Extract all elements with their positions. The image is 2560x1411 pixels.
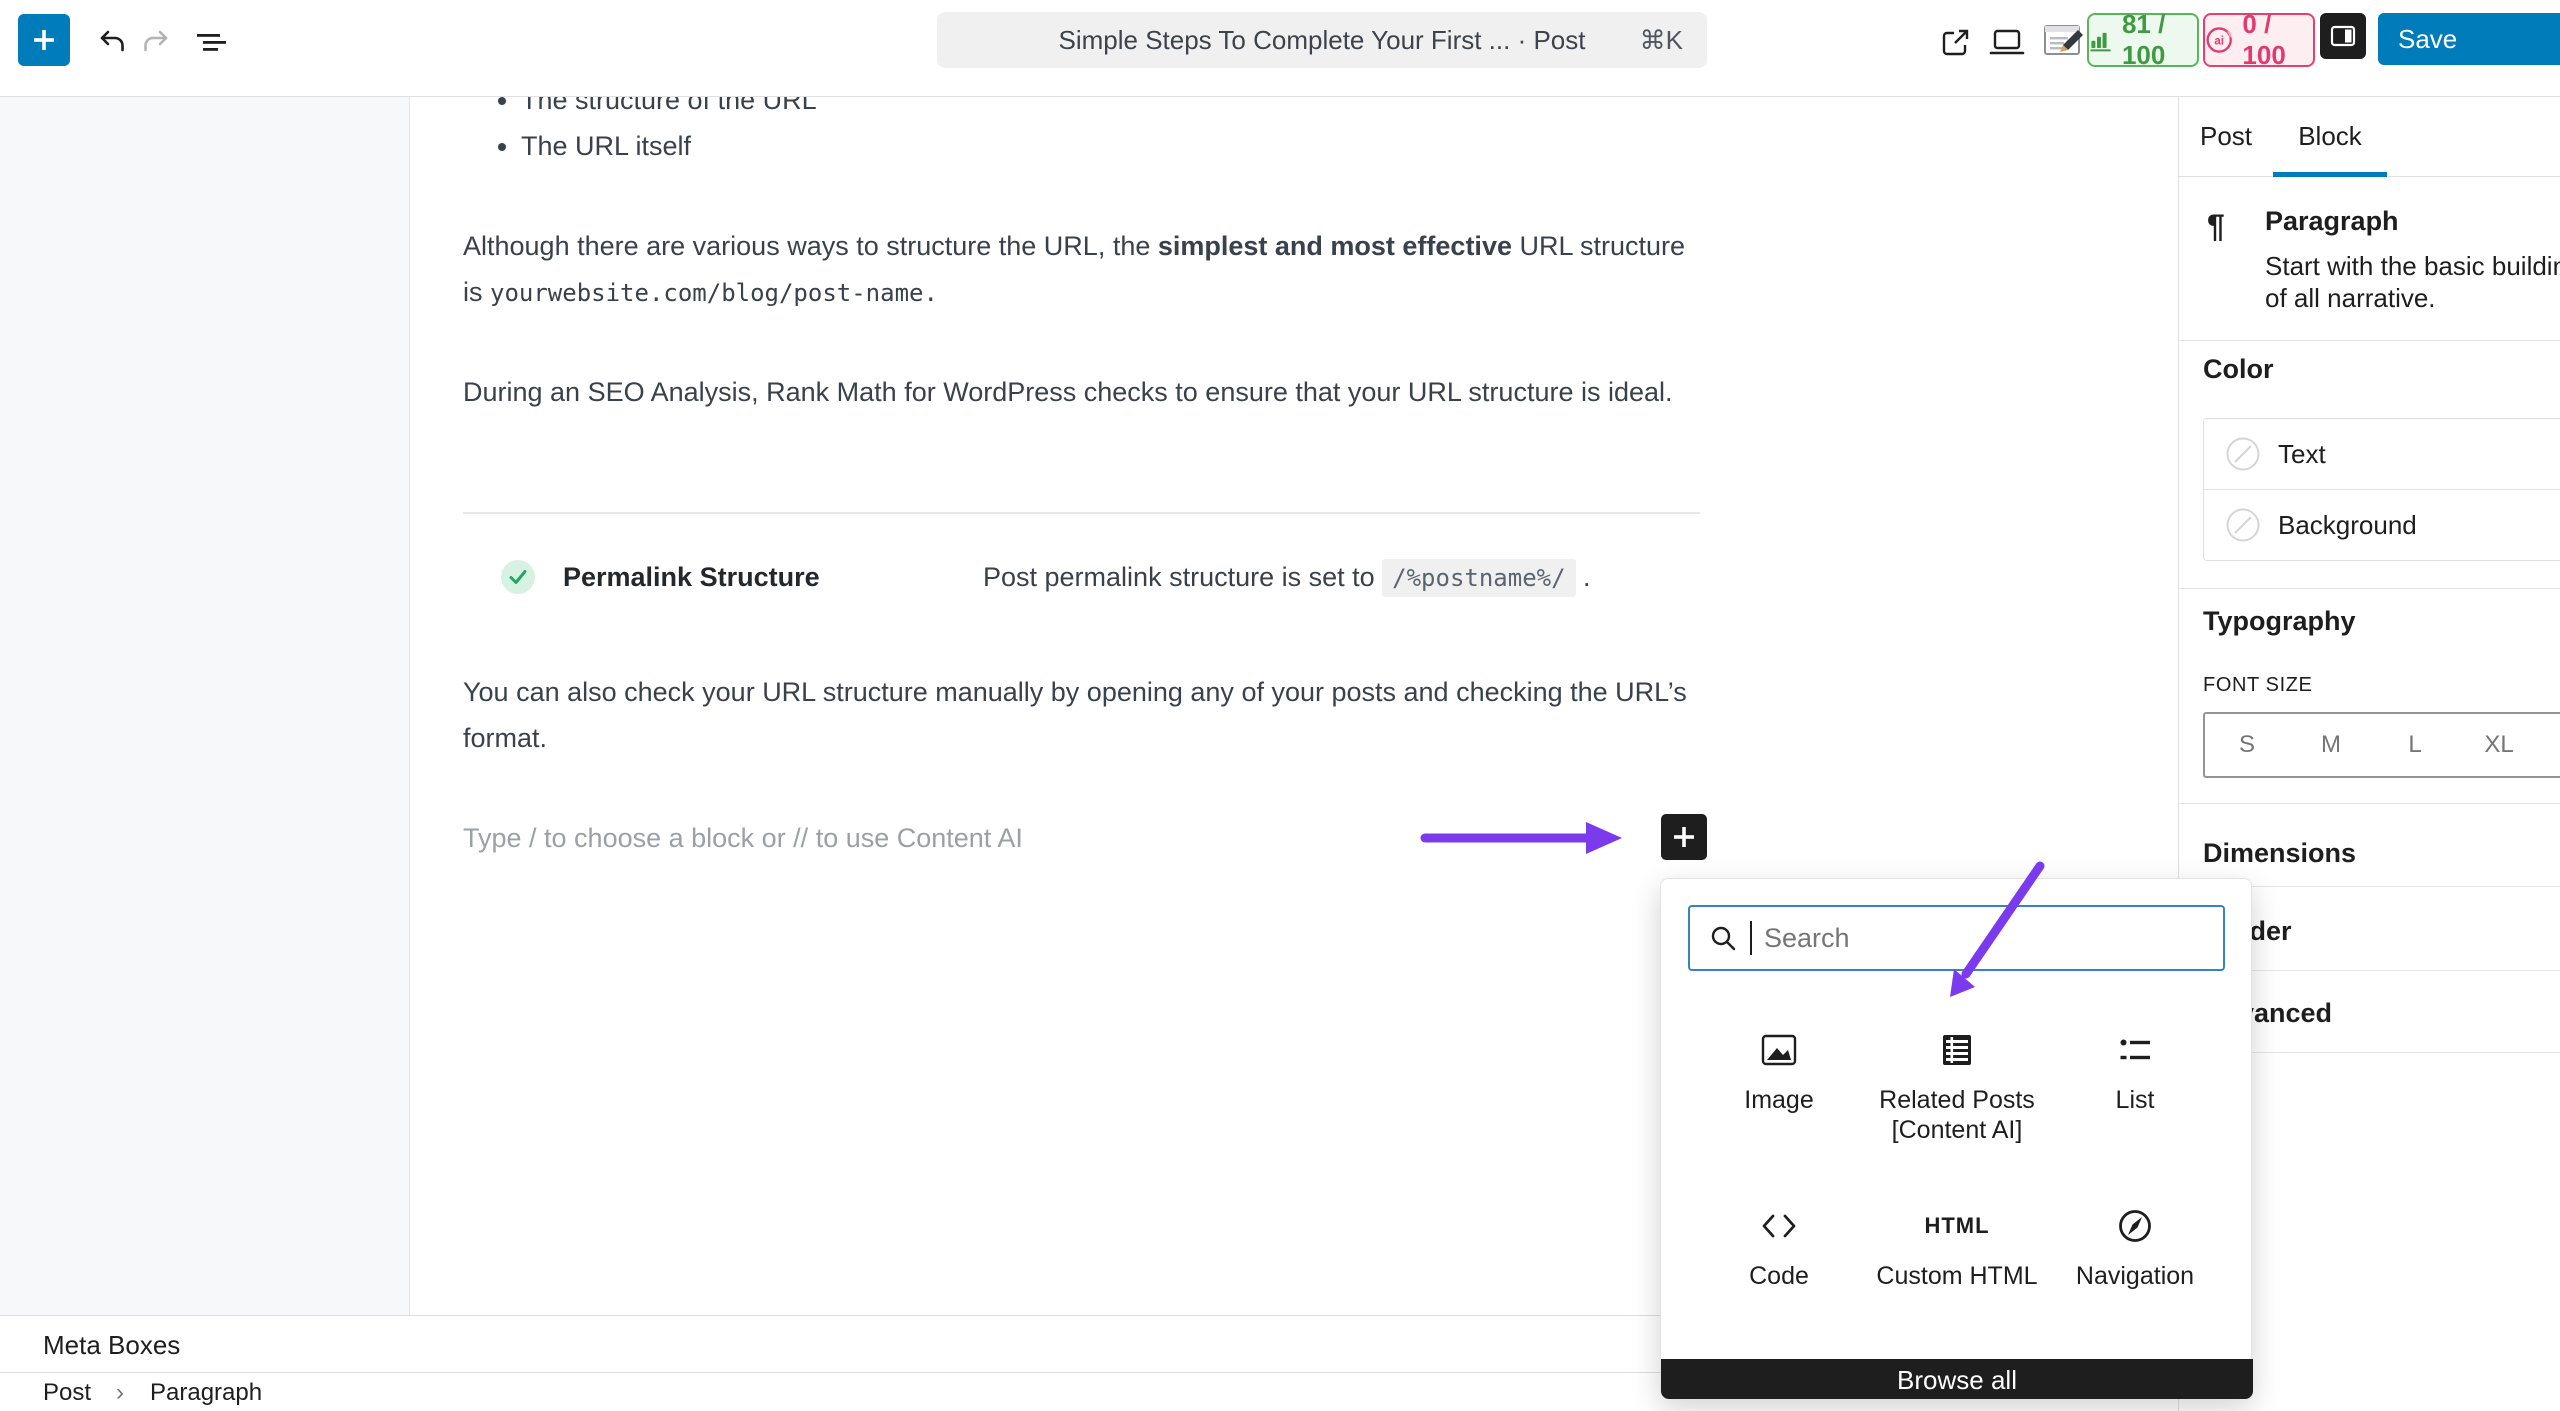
block-option-related-posts[interactable]: Related Posts [Content AI] [1868, 1029, 2046, 1145]
redo-button[interactable] [140, 26, 172, 58]
no-color-icon [2226, 437, 2260, 471]
meta-boxes-label: Meta Boxes [43, 1330, 180, 1361]
block-option-code[interactable]: Code [1690, 1205, 1868, 1291]
seo-score-value: 81 / 100 [2122, 9, 2197, 71]
block-option-label: Custom HTML [1868, 1261, 2046, 1291]
divider [2179, 588, 2560, 589]
search-placeholder: Search [1764, 923, 1850, 954]
svg-text:ai: ai [2214, 35, 2224, 47]
block-card-description-line1: Start with the basic building block [2265, 250, 2560, 282]
divider [2179, 803, 2560, 804]
block-option-label: Related Posts [Content AI] [1868, 1085, 2046, 1145]
document-title: Simple Steps To Complete Your First ... … [1059, 25, 1586, 56]
chevron-right-icon: › [116, 1379, 124, 1407]
save-label: Save [2398, 24, 2457, 55]
related-posts-icon [1868, 1029, 2046, 1071]
canvas-left-margin [0, 96, 410, 1315]
block-option-label: Navigation [2046, 1261, 2224, 1291]
separator-block [463, 512, 1700, 514]
text-color-label: Text [2278, 439, 2326, 470]
list-icon [2046, 1029, 2224, 1071]
settings-panel-toggle-button[interactable] [2320, 13, 2366, 59]
browse-all-label: Browse all [1897, 1365, 2017, 1396]
font-size-control: S M L XL XXL [2203, 712, 2560, 778]
permalink-structure-result: Post permalink structure is set to /%pos… [983, 554, 1591, 601]
block-option-navigation[interactable]: Navigation [2046, 1205, 2224, 1291]
block-option-label: Code [1690, 1261, 1868, 1291]
text-color-row[interactable]: Text [2204, 419, 2560, 489]
preview-device-button[interactable] [1988, 28, 2026, 58]
divider [2179, 340, 2560, 341]
paragraph-block[interactable]: Although there are various ways to struc… [463, 223, 1708, 316]
tab-label: Post [2200, 121, 2252, 152]
color-panel: Text Background [2203, 418, 2560, 561]
paragraph-block[interactable]: You can also check your URL structure ma… [463, 669, 1708, 761]
editor-top-bar: Simple Steps To Complete Your First ... … [0, 0, 2560, 97]
block-option-label: Image [1690, 1085, 1868, 1115]
sidebar-tabs: Post Block [2179, 96, 2560, 177]
search-icon [1708, 923, 1738, 953]
result-text: . [1576, 562, 1591, 592]
color-section-title: Color [2203, 354, 2274, 385]
paragraph-block[interactable]: During an SEO Analysis, Rank Math for Wo… [463, 369, 1708, 415]
list-item[interactable]: The URL itself [521, 123, 1766, 169]
code-icon [1690, 1205, 1868, 1247]
content-ai-score-value: 0 / 100 [2242, 9, 2313, 71]
content-ai-score-badge[interactable]: ai 0 / 100 [2203, 13, 2315, 67]
content-ai-icon: ai [2205, 24, 2233, 56]
html-icon: HTML [1868, 1205, 2046, 1247]
tab-post[interactable]: Post [2179, 96, 2273, 177]
wordpress-block-editor: The structure of the URL The URL itself … [0, 0, 2560, 1411]
view-post-button[interactable] [1938, 26, 1972, 60]
pilcrow-icon: ¶ [2207, 208, 2225, 245]
block-inserter-button[interactable] [1661, 814, 1707, 860]
seo-score-badge[interactable]: 81 / 100 [2087, 13, 2199, 67]
undo-button[interactable] [96, 26, 128, 58]
paragraph-text: Although there are various ways to struc… [463, 231, 1158, 261]
document-overview-button[interactable] [194, 26, 228, 58]
browse-all-button[interactable]: Browse all [1661, 1359, 2253, 1399]
command-center-button[interactable]: Simple Steps To Complete Your First ... … [937, 12, 1707, 68]
dimensions-section-title: Dimensions [2203, 838, 2356, 869]
inline-code: yourwebsite.com/blog/post-name. [490, 279, 938, 307]
quick-block-inserter-popup: Search Image [1660, 878, 2252, 1398]
save-button[interactable]: Save [2378, 13, 2560, 65]
permalink-code: /%postname%/ [1382, 559, 1575, 597]
breadcrumb-paragraph[interactable]: Paragraph [150, 1379, 262, 1407]
toggle-block-inserter-button[interactable] [18, 14, 70, 66]
seo-chart-icon [2089, 25, 2113, 55]
background-color-label: Background [2278, 510, 2417, 541]
block-option-custom-html[interactable]: HTML Custom HTML [1868, 1205, 2046, 1291]
plus-icon [30, 26, 58, 54]
rank-math-editor-score-icon[interactable] [2042, 20, 2086, 64]
font-size-option-m[interactable]: M [2289, 714, 2373, 776]
tab-label: Block [2298, 121, 2362, 152]
no-color-icon [2226, 508, 2260, 542]
tab-block[interactable]: Block [2273, 96, 2387, 177]
empty-block-placeholder[interactable]: Type / to choose a block or // to use Co… [463, 815, 1023, 861]
block-option-image[interactable]: Image [1690, 1029, 1868, 1115]
keyboard-shortcut: ⌘K [1640, 25, 1683, 56]
block-search-input[interactable]: Search [1688, 905, 2225, 971]
breadcrumb-post[interactable]: Post [43, 1379, 91, 1407]
check-icon [501, 560, 535, 594]
permalink-structure-label: Permalink Structure [563, 554, 820, 600]
block-option-label: List [2046, 1085, 2224, 1115]
font-size-option-s[interactable]: S [2205, 714, 2289, 776]
background-color-row[interactable]: Background [2204, 489, 2560, 560]
result-text: Post permalink structure is set to [983, 562, 1382, 592]
font-size-option-xxl[interactable]: XXL [2541, 714, 2560, 776]
sidebar-panel-icon [2327, 20, 2359, 52]
font-size-option-l[interactable]: L [2373, 714, 2457, 776]
block-card-title: Paragraph [2265, 206, 2399, 237]
block-option-list[interactable]: List [2046, 1029, 2224, 1115]
navigation-compass-icon [2046, 1205, 2224, 1247]
typography-section-title: Typography [2203, 606, 2356, 637]
paragraph-bold-text: simplest and most effective [1158, 231, 1512, 261]
text-cursor [1750, 921, 1752, 955]
font-size-option-xl[interactable]: XL [2457, 714, 2541, 776]
block-card-description-line2: of all narrative. [2265, 282, 2436, 314]
image-icon [1690, 1029, 1868, 1071]
font-size-label: FONT SIZE [2203, 674, 2312, 697]
